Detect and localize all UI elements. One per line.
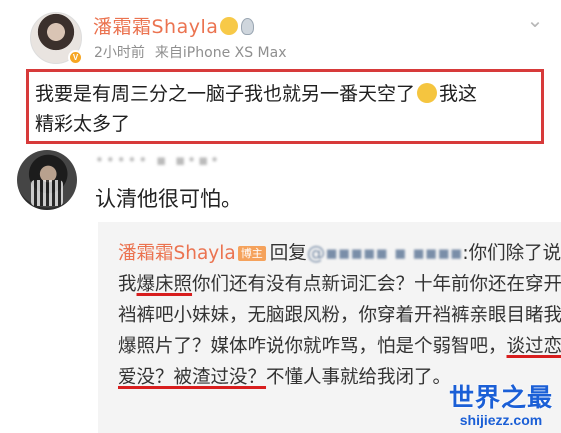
watermark-logo: 世界之最 shijiezz.com xyxy=(449,378,553,428)
medal-icon xyxy=(241,18,255,35)
watermark-title: 世界之最 xyxy=(448,383,553,412)
crying-emoji-icon xyxy=(417,83,438,103)
chevron-down-icon[interactable]: ⌄ xyxy=(523,8,547,32)
post-author-name-text: 潘霜霜Shayla xyxy=(93,16,219,38)
post-author-name[interactable]: 潘霜霜Shayla xyxy=(93,12,255,39)
reply-author-name[interactable]: 潘霜霜Shayla xyxy=(118,243,236,264)
verified-badge-icon: V xyxy=(68,50,83,65)
commenter-username[interactable]: ••••• ▪ ▪•▪• xyxy=(95,151,221,169)
reply-mention[interactable]: @▪▪▪▪▪ ▪ ▪▪▪▪ xyxy=(307,243,463,264)
post-body-line1: 我要是有周三分之一脑子我也就另一番天空了 xyxy=(35,83,416,105)
reply-prefix: 回复 xyxy=(269,243,307,264)
post-body-line2: 精彩太多了 xyxy=(35,113,131,135)
post-meta: 2小时前 来自iPhone XS Max xyxy=(94,42,297,62)
post-body-line1-tail: 我这 xyxy=(439,83,478,105)
post-body: 我要是有周三分之一脑子我也就另一番天空了 我这 精彩太多了 xyxy=(26,69,544,144)
reply-underlined-1: 爆床照 xyxy=(136,274,193,295)
watermark-url: shijiezz.com xyxy=(459,412,543,428)
reply-text: 潘霜霜Shayla 博主 回复@▪▪▪▪▪ ▪ ▪▪▪▪:你们除了说我爆床照你们还有… xyxy=(118,238,561,393)
comment-text: 认清他很可怕。 xyxy=(95,187,242,211)
commenter-avatar[interactable] xyxy=(17,150,77,210)
host-badge: 博主 xyxy=(237,246,266,261)
emoji-icon xyxy=(220,17,239,35)
post-time: 2小时前 xyxy=(94,45,145,61)
reply-text-part3: 不懂人事就给我闭了。 xyxy=(266,367,452,388)
post-source: 来自iPhone XS Max xyxy=(154,45,287,61)
